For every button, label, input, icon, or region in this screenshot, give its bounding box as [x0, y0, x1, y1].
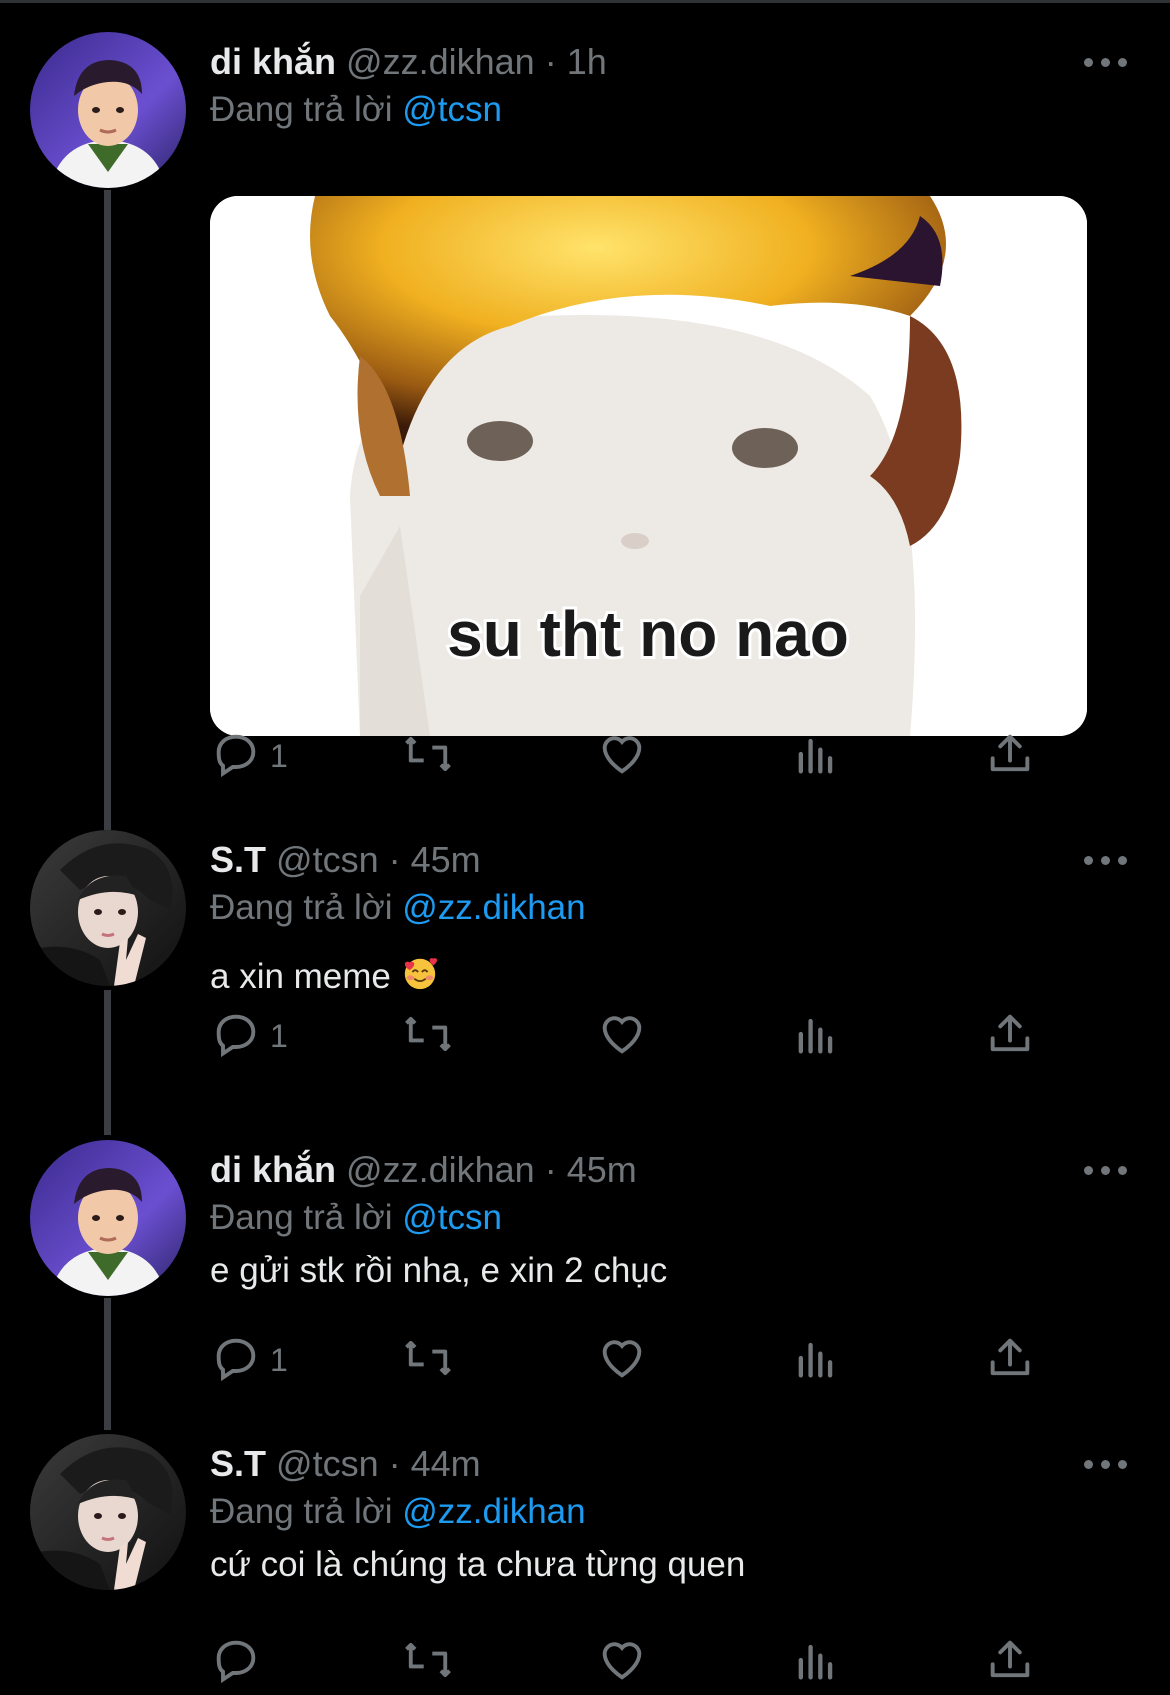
views-icon — [798, 1018, 833, 1054]
more-icon[interactable] — [1084, 56, 1128, 68]
tweet-image[interactable]: su tht no nao — [210, 196, 1087, 736]
share-icon — [990, 1338, 1030, 1376]
mention-link[interactable]: @zz.dikhan — [402, 888, 585, 927]
like-icon — [602, 736, 642, 774]
retweet-icon — [405, 1642, 451, 1678]
tweet-header: di khắn @zz.dikhan · 1h — [210, 40, 607, 84]
replying-prefix: Đang trả lời — [210, 1198, 403, 1237]
user-handle[interactable]: @zz.dikhan — [346, 41, 535, 82]
avatar[interactable] — [30, 1140, 186, 1296]
smiling-face-with-hearts-icon — [404, 958, 437, 990]
thread-line — [104, 1298, 111, 1430]
like-icon — [602, 1340, 642, 1378]
tweet-actions: 1 — [210, 728, 1060, 784]
tweet-actions: 1 — [210, 1008, 1060, 1064]
reply-icon — [216, 1014, 256, 1058]
retweet-icon — [405, 736, 451, 772]
retweet-icon — [405, 1016, 451, 1052]
tweet-header: S.T @tcsn · 45m — [210, 838, 481, 882]
mention-link[interactable]: @tcsn — [402, 90, 502, 129]
meme-caption: su tht no nao — [447, 598, 849, 670]
share-icon — [990, 1640, 1030, 1678]
mention-link[interactable]: @tcsn — [402, 1198, 502, 1237]
views-icon — [798, 1342, 833, 1378]
separator: · — [378, 839, 411, 880]
like-icon — [602, 1016, 642, 1054]
display-name[interactable]: S.T — [210, 1443, 266, 1484]
replying-to: Đang trả lời @tcsn — [210, 88, 502, 132]
retweet-icon — [405, 1340, 451, 1376]
avatar[interactable] — [30, 830, 186, 986]
tweet-text: a xin meme — [210, 954, 439, 1000]
display-name[interactable]: S.T — [210, 839, 266, 880]
tweet-actions — [210, 1634, 1060, 1690]
replying-to: Đang trả lời @zz.dikhan — [210, 1490, 586, 1534]
reply-count: 1 — [270, 738, 288, 774]
more-icon[interactable] — [1084, 1164, 1128, 1176]
views-icon — [798, 738, 833, 774]
top-divider — [0, 0, 1170, 3]
share-icon — [990, 734, 1030, 772]
display-name[interactable]: di khắn — [210, 1149, 336, 1190]
user-handle[interactable]: @tcsn — [276, 839, 379, 880]
share-icon — [990, 1014, 1030, 1052]
separator: · — [534, 41, 567, 82]
avatar[interactable] — [30, 1434, 186, 1590]
reply-icon — [216, 1338, 256, 1382]
timestamp[interactable]: 1h — [567, 41, 607, 82]
replying-to: Đang trả lời @zz.dikhan — [210, 886, 586, 930]
like-icon — [602, 1642, 642, 1680]
more-icon[interactable] — [1084, 854, 1128, 866]
tweet-actions: 1 — [210, 1332, 1060, 1388]
reply-count: 1 — [270, 1342, 288, 1378]
thread-line — [104, 190, 111, 830]
tweet-text: cứ coi là chúng ta chưa từng quen — [210, 1545, 746, 1584]
tweet-text-content: a xin meme — [210, 957, 391, 996]
tweet-header: di khắn @zz.dikhan · 45m — [210, 1148, 637, 1192]
tweet-text: e gửi stk rồi nha, e xin 2 chục — [210, 1251, 668, 1290]
replying-to: Đang trả lời @tcsn — [210, 1196, 502, 1240]
separator: · — [534, 1149, 567, 1190]
replying-prefix: Đang trả lời — [210, 888, 403, 927]
user-handle[interactable]: @zz.dikhan — [346, 1149, 535, 1190]
reply-icon — [216, 1640, 256, 1684]
thread-line — [104, 990, 111, 1135]
reply-icon — [216, 734, 256, 778]
mention-link[interactable]: @zz.dikhan — [402, 1492, 585, 1531]
replying-prefix: Đang trả lời — [210, 1492, 403, 1531]
timestamp[interactable]: 44m — [411, 1443, 481, 1484]
views-icon — [798, 1644, 833, 1680]
tweet-header: S.T @tcsn · 44m — [210, 1442, 481, 1486]
timestamp[interactable]: 45m — [411, 839, 481, 880]
replying-prefix: Đang trả lời — [210, 90, 403, 129]
separator: · — [378, 1443, 411, 1484]
reply-count: 1 — [270, 1018, 288, 1054]
display-name[interactable]: di khắn — [210, 41, 336, 82]
timestamp[interactable]: 45m — [567, 1149, 637, 1190]
more-icon[interactable] — [1084, 1458, 1128, 1470]
avatar[interactable] — [30, 32, 186, 188]
user-handle[interactable]: @tcsn — [276, 1443, 379, 1484]
